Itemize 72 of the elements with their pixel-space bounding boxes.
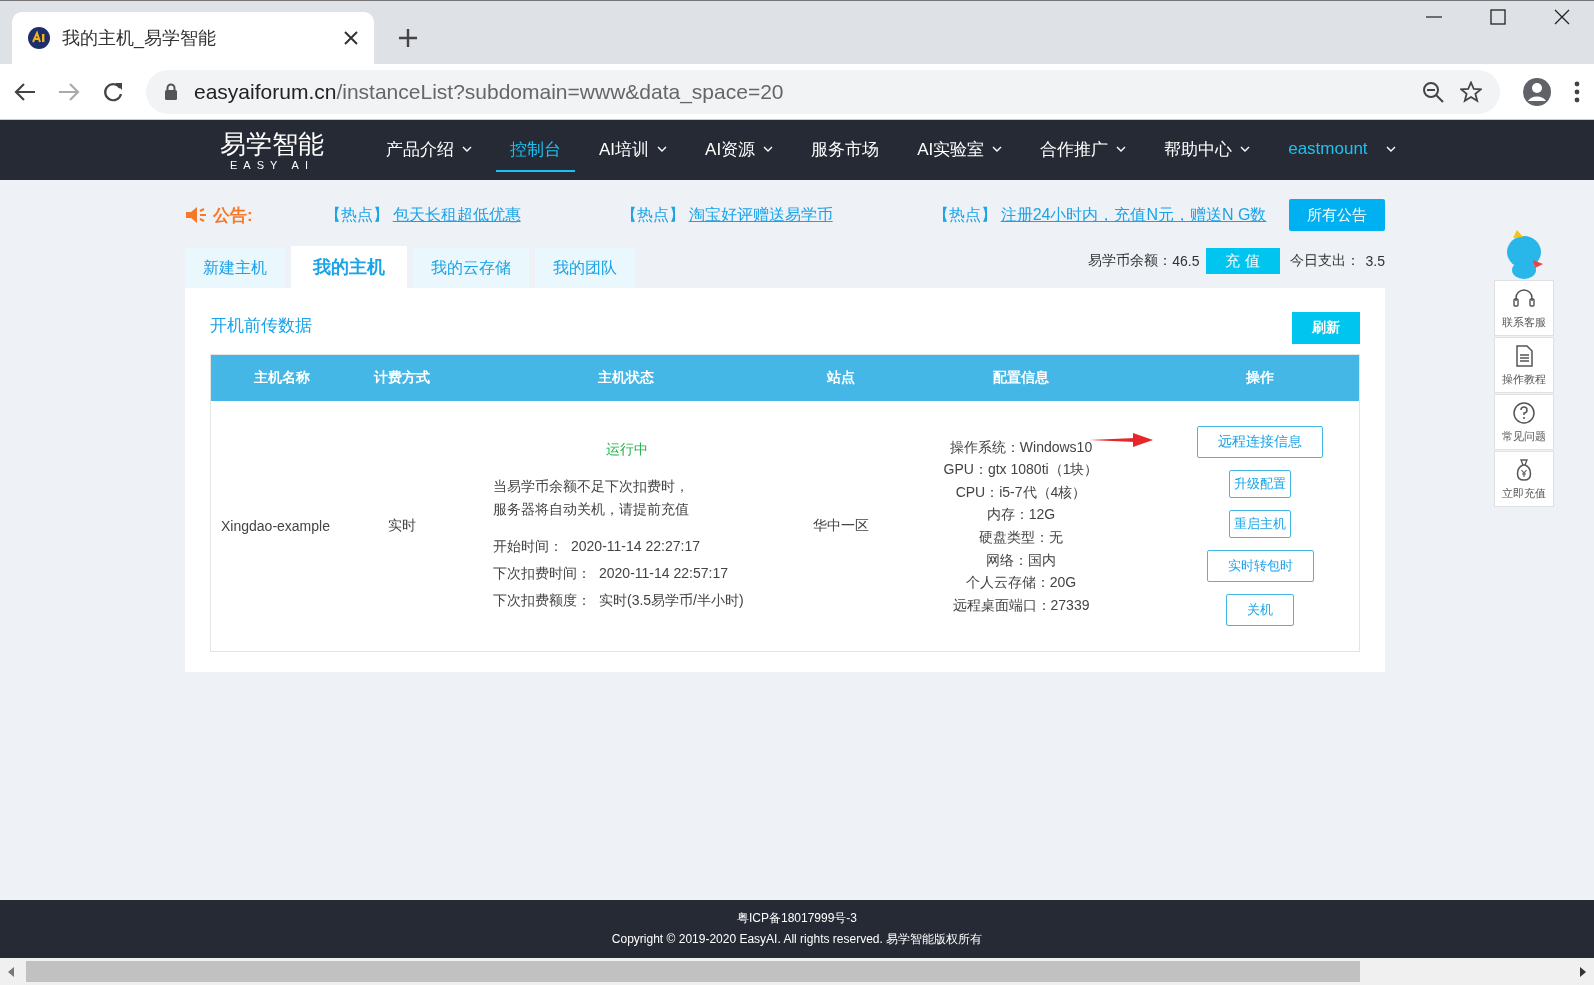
nav-menu-item[interactable]: 控制台 [496, 128, 575, 172]
icp-text: 粤ICP备18017999号-3 [736, 910, 858, 927]
time-value: 2020-11-14 22:57:17 [599, 564, 728, 581]
table-cell-text: Xingdao-example [220, 518, 331, 534]
config-line: 个人云存储：20G [965, 573, 1077, 593]
time-value: 2020-11-14 22:27:17 [571, 537, 700, 554]
time-label: 开始时间： [493, 537, 563, 554]
url-text: easyaiforum.cn/instanceList?subdomain=www&data_space=20 [194, 79, 785, 104]
menu-icon[interactable] [1574, 80, 1580, 103]
config-line: 硬盘类型：无 [979, 528, 1063, 547]
time-value: 实时(3.5易学币/半小时) [599, 591, 744, 608]
nav-menu-item[interactable]: AI资源 [691, 120, 788, 180]
back-icon[interactable] [14, 81, 36, 102]
notice-tag: 【热点】 [620, 204, 685, 226]
scrollbar-thumb[interactable] [26, 961, 1360, 982]
zoom-out-icon[interactable] [1422, 80, 1444, 103]
browser-tab[interactable]: 我的主机_易学智能 [12, 12, 374, 64]
nav-menu-item[interactable]: 服务市场 [797, 120, 894, 180]
maximize-icon[interactable] [1490, 9, 1506, 25]
time-label: 下次扣费额度： [493, 591, 591, 608]
scroll-right-icon[interactable] [1580, 966, 1586, 977]
notice-tag: 【热点】 [324, 204, 389, 226]
site-logo[interactable]: 易学智能 EASY AI [216, 128, 328, 172]
close-icon[interactable] [344, 31, 358, 45]
star-icon[interactable] [1460, 80, 1482, 103]
site-favicon-icon [28, 27, 50, 49]
user-menu[interactable]: eastmount [1274, 120, 1410, 180]
config-line: 网络：国内 [986, 550, 1056, 570]
column-header: 主机状态 [597, 369, 655, 387]
nav-menu-item[interactable]: 合作推广 [1026, 120, 1141, 180]
spend-label: 今日支出： [1289, 252, 1360, 270]
account-icon[interactable] [1522, 76, 1552, 107]
nav-menu-item[interactable]: AI培训 [585, 120, 682, 180]
column-header: 配置信息 [992, 369, 1050, 387]
config-line: 远程桌面端口：27339 [952, 595, 1090, 615]
chevron-down-icon [1385, 146, 1396, 152]
config-line: 操作系统：Windows10 [949, 437, 1093, 457]
tab-title: 我的主机_易学智能 [62, 27, 217, 50]
nav-menu-item[interactable]: 产品介绍 [372, 120, 486, 180]
table-cell-text: 实时 [387, 517, 417, 535]
config-line: 内存：12G [986, 505, 1056, 525]
config-line: GPU：gtx 1080ti（1块） [943, 460, 1099, 480]
time-label: 下次扣费时间： [493, 564, 591, 581]
config-line: CPU：i5-7代（4核） [955, 482, 1087, 502]
copyright-text: Copyright © 2019-2020 EasyAI. All rights reserved. 易学智能版权所有 [611, 931, 983, 948]
address-bar[interactable]: easyaiforum.cn/instanceList?subdomain=www&data_space=20 [146, 69, 1500, 114]
column-header: 主机名称 [253, 369, 311, 387]
table-cell-text: 华中一区 [812, 517, 870, 535]
side-tool-button[interactable]: 联系客服 [1494, 280, 1554, 336]
new-tab-icon[interactable] [398, 28, 418, 48]
close-icon[interactable] [1554, 9, 1570, 25]
notice-label: 公告: [213, 204, 253, 227]
notice-tag: 【热点】 [932, 204, 997, 226]
help-icon [1512, 400, 1536, 425]
balance-label: 易学币余额： [1088, 252, 1173, 270]
side-tool-button[interactable]: 常见问题 [1494, 394, 1554, 450]
side-tool-button[interactable]: 立即充值 [1494, 451, 1554, 507]
status-text: 运行中 [605, 440, 649, 459]
scroll-left-icon[interactable] [8, 966, 14, 977]
spend-value: 3.5 [1365, 253, 1385, 269]
column-header: 计费方式 [372, 369, 431, 387]
balance-value: 46.5 [1172, 253, 1200, 269]
panel-title: 开机前传数据 [210, 314, 312, 337]
lock-icon [164, 83, 178, 100]
nav-menu-item[interactable]: 帮助中心 [1150, 120, 1265, 180]
nav-menu-item[interactable]: AI实验室 [903, 120, 1017, 180]
status-note: 当易学币余额不足下次扣费时， 服务器将自动关机，请提前充值 [493, 476, 690, 519]
column-header: 站点 [826, 369, 856, 387]
reload-icon[interactable] [102, 80, 124, 103]
column-header: 操作 [1245, 369, 1275, 387]
speaker-icon [185, 206, 207, 224]
side-tool-button[interactable]: 操作教程 [1494, 337, 1554, 393]
